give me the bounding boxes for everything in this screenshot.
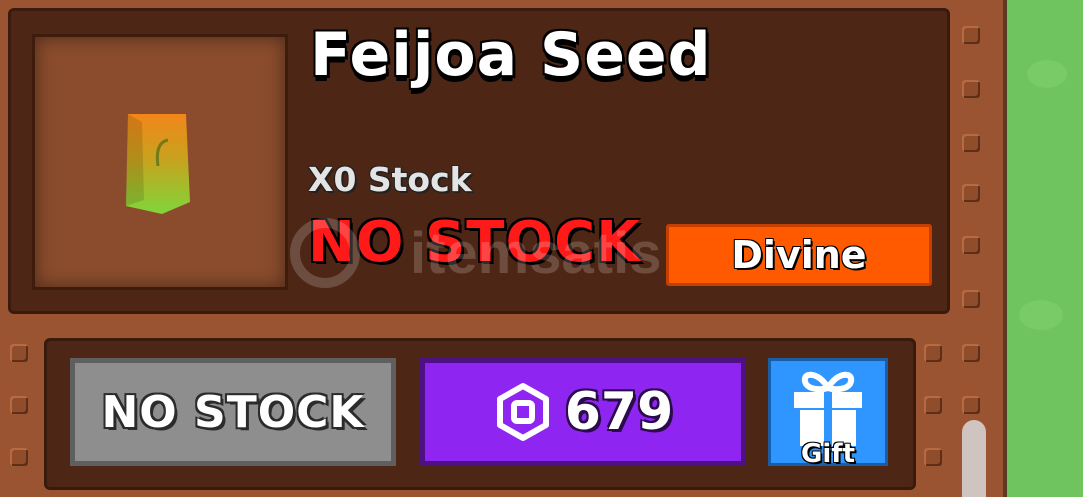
stud <box>924 344 942 362</box>
stud <box>962 80 980 98</box>
gift-icon <box>794 371 862 446</box>
stud <box>924 448 942 466</box>
gift-button[interactable]: Gift <box>768 358 888 469</box>
stud <box>924 396 942 414</box>
background-grass <box>1003 0 1083 497</box>
robux-icon <box>496 383 549 441</box>
price-label: 679 <box>564 382 674 442</box>
stud <box>962 236 980 254</box>
seed-packet-icon <box>126 114 190 214</box>
stock-status-label: NO STOCK <box>308 210 641 275</box>
stud <box>10 448 28 466</box>
stud <box>962 184 980 202</box>
scrollbar-thumb[interactable] <box>962 420 986 497</box>
buy-robux-button[interactable]: 679 <box>420 358 746 466</box>
rarity-label: Divine <box>731 233 867 277</box>
stud <box>962 134 980 152</box>
stud <box>962 344 980 362</box>
gift-button-label: Gift <box>801 439 855 469</box>
item-title: Feijoa Seed <box>310 20 712 90</box>
no-stock-button-label: NO STOCK <box>101 386 365 438</box>
rarity-badge: Divine <box>666 224 932 286</box>
stud <box>10 344 28 362</box>
stud <box>962 396 980 414</box>
stud <box>10 396 28 414</box>
frame-edge <box>1003 0 1007 497</box>
stud <box>962 26 980 44</box>
stud <box>962 290 980 308</box>
no-stock-button[interactable]: NO STOCK <box>70 358 396 466</box>
stock-count-label: X0 Stock <box>308 160 472 199</box>
